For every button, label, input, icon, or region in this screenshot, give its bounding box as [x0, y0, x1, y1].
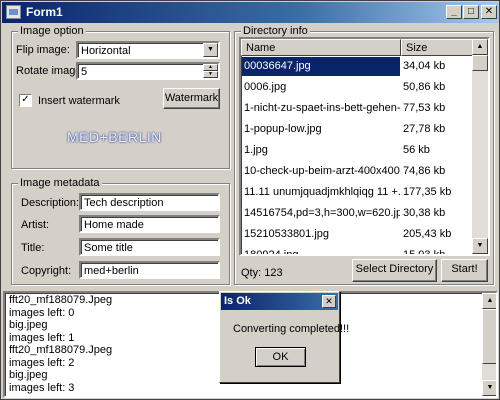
file-row[interactable]: 11.11 unumjquadjmkhlqiqg 11 +.jpg 177,35 …	[241, 182, 473, 203]
file-row[interactable]: 10-check-up-beim-arzt-400x400-1...74,86 …	[241, 161, 473, 182]
scroll-up-icon[interactable]: ▲	[482, 293, 496, 309]
file-size: 50,86 kb	[403, 81, 446, 93]
log-line: images left: 3	[9, 381, 75, 394]
maximize-button[interactable]: □	[463, 5, 479, 19]
spin-up-icon[interactable]: ▲	[203, 64, 218, 71]
dialog-title-bar[interactable]: Is Ok ✕	[221, 293, 338, 310]
dialog-title: Is Ok	[224, 295, 251, 307]
file-row[interactable]: 14516754,pd=3,h=300,w=620.jpg 30,38 kb	[241, 203, 473, 224]
title-label: Title:	[21, 242, 45, 254]
minimize-button[interactable]: _	[446, 5, 462, 19]
image-metadata-legend: Image metadata	[18, 177, 102, 189]
description-field[interactable]: Tech description	[79, 193, 220, 211]
file-size: 15,03 kb	[403, 249, 446, 256]
file-row[interactable]: 15210533801.jpg 205,43 kb	[241, 224, 473, 245]
insert-watermark-label: Insert watermark	[38, 95, 120, 107]
log-line: big.jpeg	[9, 319, 48, 331]
file-list-scrollbar[interactable]: ▲ ▼	[472, 39, 488, 254]
artist-field[interactable]: Home made	[79, 215, 220, 233]
file-row[interactable]: 00036647.jpg 34,04 kb	[241, 56, 473, 77]
dialog-ok-button[interactable]: OK	[255, 347, 306, 367]
watermark-button[interactable]: Watermark	[163, 88, 220, 109]
directory-info-legend: Directory info	[241, 25, 310, 37]
qty-label: Qty: 123	[241, 267, 283, 279]
description-label: Description:	[21, 197, 80, 209]
scroll-down-icon[interactable]: ▼	[472, 238, 488, 254]
log-line: big.jpeg	[9, 369, 48, 381]
rotate-image-value: 5	[81, 66, 88, 78]
column-header-size[interactable]: Size	[401, 39, 473, 56]
start-button[interactable]: Start!	[441, 259, 488, 282]
file-name: 15210533801.jpg	[244, 228, 330, 240]
flip-image-value: Horizontal	[81, 45, 131, 57]
log-line: fft20_mf188079.Jpeg	[9, 344, 113, 356]
file-name: 14516754,pd=3,h=300,w=620.jpg	[244, 207, 400, 219]
dialog-message: Converting completed!!!	[233, 323, 350, 335]
chevron-down-icon[interactable]: ▼	[203, 43, 218, 57]
file-row[interactable]: 0006.jpg 50,86 kb	[241, 77, 473, 98]
file-size: 30,38 kb	[403, 207, 446, 219]
log-line: fft20_mf188079.Jpeg	[9, 294, 113, 306]
spin-down-icon[interactable]: ▼	[203, 71, 218, 78]
main-window: Form1 _ □ ✕ Image option Flip image: Hor…	[0, 0, 500, 400]
file-size: 74,86 kb	[403, 165, 446, 177]
file-row[interactable]: 1.jpg 56 kb	[241, 140, 473, 161]
image-option-legend: Image option	[18, 25, 86, 37]
log-line: images left: 2	[9, 356, 75, 369]
title-bar[interactable]: Form1 _ □ ✕	[2, 2, 499, 23]
file-size: 205,43 kb	[403, 228, 452, 240]
log-line: images left: 1	[9, 331, 75, 344]
log-line: images left: 0	[9, 306, 75, 319]
file-name: 1.jpg	[244, 144, 268, 156]
scroll-up-icon[interactable]: ▲	[472, 39, 488, 55]
file-name: 10-check-up-beim-arzt-400x400-1...	[244, 165, 400, 177]
file-size: 27,78 kb	[403, 123, 446, 135]
file-row[interactable]: 1-popup-low.jpg 27,78 kb	[241, 119, 473, 140]
flip-image-label: Flip image:	[16, 44, 70, 56]
window-title: Form1	[26, 5, 63, 19]
app-icon	[6, 5, 21, 19]
dialog-close-button[interactable]: ✕	[322, 295, 336, 308]
file-size: 77,53 kb	[403, 102, 446, 114]
title-field[interactable]: Some title	[79, 238, 220, 256]
file-row[interactable]: 1-nicht-zu-spaet-ins-bett-gehen-40...77,…	[241, 98, 473, 119]
file-name: 11.11 unumjquadjmkhlqiqg 11 +.jpg	[244, 186, 400, 198]
file-list-header: Name Size	[241, 39, 473, 56]
log-scrollbar[interactable]: ▲ ▼	[482, 293, 496, 396]
watermark-preview: MED+BERLIN	[67, 129, 162, 145]
file-name: 0006.jpg	[244, 81, 287, 93]
file-name: 1-nicht-zu-spaet-ins-bett-gehen-40...	[244, 102, 400, 114]
copyright-label: Copyright:	[21, 265, 72, 277]
file-name: 1-popup-low.jpg	[244, 123, 322, 135]
insert-watermark-checkbox[interactable]: ✓	[19, 94, 32, 107]
file-name: 00036647.jpg	[242, 57, 400, 76]
file-name: 180924.jpg	[244, 249, 299, 256]
rotate-image-label: Rotate image:	[16, 65, 85, 77]
flip-image-dropdown[interactable]: Horizontal ▼	[76, 41, 220, 59]
close-button[interactable]: ✕	[481, 5, 497, 19]
copyright-field[interactable]: med+berlin	[79, 261, 220, 279]
file-size: 34,04 kb	[403, 60, 446, 72]
file-size: 56 kb	[403, 144, 430, 156]
scroll-down-icon[interactable]: ▼	[482, 380, 496, 396]
scroll-thumb[interactable]	[472, 55, 488, 71]
file-size: 177,35 kb	[403, 186, 452, 198]
column-header-name[interactable]: Name	[241, 39, 401, 56]
select-directory-button[interactable]: Select Directory	[352, 259, 437, 282]
file-list[interactable]: Name Size 00036647.jpg 34,04 kb 0006.jpg 50…	[239, 37, 490, 256]
file-row[interactable]: 180924.jpg 15,03 kb	[241, 245, 473, 256]
rotate-image-stepper[interactable]: 5 ▲ ▼	[76, 62, 220, 80]
scroll-thumb[interactable]	[482, 309, 496, 364]
completion-dialog: Is Ok ✕ Converting completed!!! OK	[219, 291, 349, 383]
artist-label: Artist:	[21, 219, 50, 231]
